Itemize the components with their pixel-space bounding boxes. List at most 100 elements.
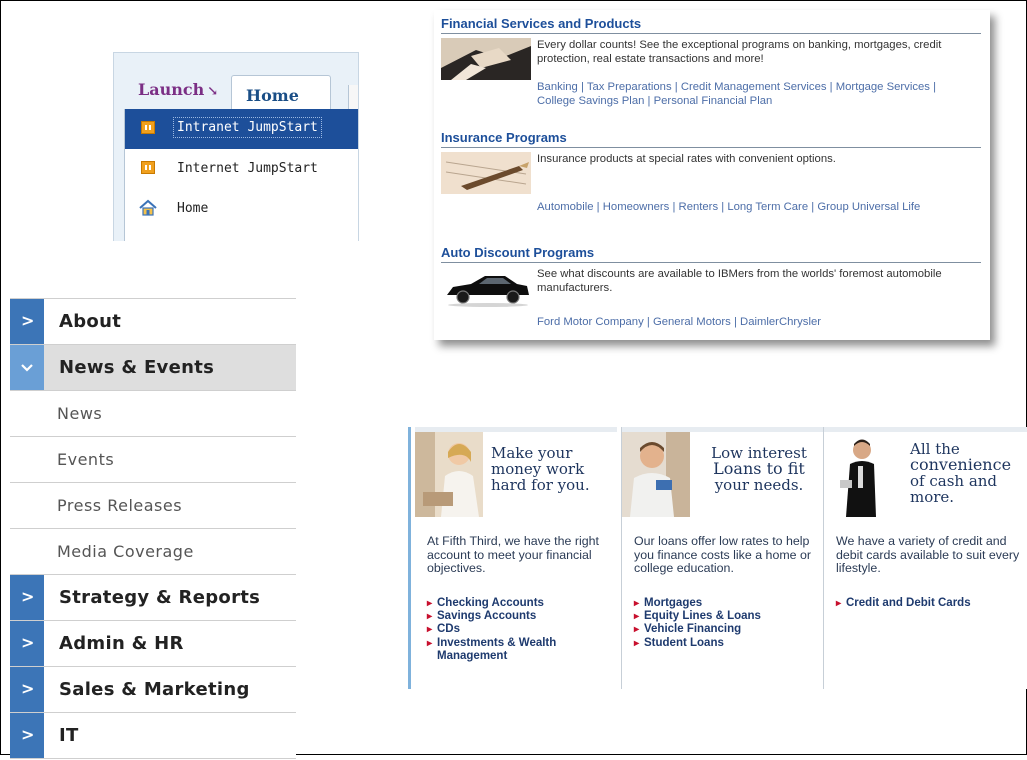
nav-item-label: Sales & Marketing: [59, 679, 250, 700]
nav-subitem-media-coverage[interactable]: Media Coverage: [10, 528, 296, 574]
link-investments-wealth-management[interactable]: Investments & Wealth Management: [427, 637, 612, 663]
link-separator: |: [721, 201, 725, 213]
column-headline: All the convenience of cash and more.: [910, 441, 1027, 505]
tab-launch[interactable]: Launch ↘: [138, 80, 218, 99]
nav-toggle: >: [10, 667, 44, 712]
fifth-third-banner: Make your money work hard for you. At Fi…: [408, 427, 1027, 689]
nav-item-admin-hr[interactable]: > Admin & HR: [10, 620, 296, 666]
link-daimlerchrysler[interactable]: DaimlerChrysler: [740, 316, 821, 328]
link-banking[interactable]: Banking: [537, 81, 578, 93]
nav-toggle: [10, 345, 44, 390]
headline-line: more.: [910, 488, 955, 506]
section-title[interactable]: Financial Services and Products: [441, 16, 981, 31]
link-personal-financial-plan[interactable]: Personal Financial Plan: [654, 95, 773, 107]
section-description: Insurance products at special rates with…: [537, 153, 836, 165]
link-credit-management-services[interactable]: Credit Management Services: [681, 81, 827, 93]
banner-column-cards: All the convenience of cash and more. We…: [823, 427, 1027, 689]
nav-item-it[interactable]: > IT: [10, 712, 296, 758]
column-links: Checking Accounts Savings Accounts CDs I…: [427, 597, 612, 663]
nav-subitem-label: News: [57, 404, 103, 423]
link-separator: |: [647, 95, 651, 107]
headline-line: of cash and: [910, 472, 998, 490]
launch-tabs: Launch ↘ Home: [114, 53, 358, 110]
nav-item-sales-marketing[interactable]: > Sales & Marketing: [10, 666, 296, 712]
link-separator: |: [933, 81, 936, 93]
nav-item-strategy-reports[interactable]: > Strategy & Reports: [10, 574, 296, 620]
link-mortgage-services[interactable]: Mortgage Services: [836, 81, 930, 93]
link-checking-accounts[interactable]: Checking Accounts: [427, 597, 612, 610]
jumpstart-icon: [141, 161, 155, 174]
section-title[interactable]: Auto Discount Programs: [441, 245, 981, 260]
headline-line: your needs.: [714, 476, 804, 494]
link-automobile[interactable]: Automobile: [537, 201, 594, 213]
link-cds[interactable]: CDs: [427, 623, 612, 636]
column-body: Our loans offer low rates to help you fi…: [634, 534, 812, 575]
link-general-motors[interactable]: General Motors: [653, 316, 731, 328]
chevron-right-icon: >: [21, 587, 35, 606]
launch-item-intranet-jumpstart[interactable]: Intranet JumpStart: [125, 109, 358, 149]
nav-item-label: IT: [59, 725, 79, 746]
headline-line: Loans to fit: [713, 459, 805, 478]
link-separator: |: [674, 81, 678, 93]
section-divider: [441, 262, 981, 263]
banner-column-accounts: Make your money work hard for you. At Fi…: [415, 427, 617, 689]
section-links: Ford Motor Company | General Motors | Da…: [537, 315, 977, 329]
section-divider: [441, 147, 981, 148]
section-description: See what discounts are available to IBMe…: [537, 268, 942, 294]
nav-subitem-events[interactable]: Events: [10, 436, 296, 482]
nav-subitem-news[interactable]: News: [10, 390, 296, 436]
nav-subitem-press-releases[interactable]: Press Releases: [10, 482, 296, 528]
column-headline: Make your money work hard for you.: [491, 445, 613, 493]
link-vehicle-financing[interactable]: Vehicle Financing: [634, 623, 819, 636]
link-college-savings-plan[interactable]: College Savings Plan: [537, 95, 644, 107]
link-ford-motor-company[interactable]: Ford Motor Company: [537, 316, 644, 328]
link-equity-lines-loans[interactable]: Equity Lines & Loans: [634, 610, 819, 623]
nav-item-label: About: [59, 311, 122, 332]
tab-next-partial[interactable]: [348, 85, 358, 109]
link-savings-accounts[interactable]: Savings Accounts: [427, 610, 612, 623]
launch-item-home[interactable]: Home: [125, 189, 358, 229]
link-student-loans[interactable]: Student Loans: [634, 637, 819, 650]
section-insurance-programs: Insurance Programs Insurance products at…: [441, 130, 981, 213]
link-mortgages[interactable]: Mortgages: [634, 597, 819, 610]
tab-launch-label: Launch: [138, 80, 205, 99]
nav-item-label: News & Events: [59, 357, 215, 378]
headline-line: money work: [491, 460, 585, 478]
tab-home-label: Home: [246, 86, 299, 105]
nav-toggle: >: [10, 299, 44, 344]
section-links: Automobile | Homeowners | Renters | Long…: [537, 200, 977, 214]
link-separator: |: [811, 201, 815, 213]
chevron-right-icon: >: [21, 679, 35, 698]
headline-line: hard for you.: [491, 476, 590, 494]
link-tax-preparations[interactable]: Tax Preparations: [587, 81, 672, 93]
launch-item-label: Home: [177, 201, 209, 216]
section-description: Every dollar counts! See the exceptional…: [537, 39, 942, 65]
launch-item-internet-jumpstart[interactable]: Internet JumpStart: [125, 149, 358, 189]
tab-home[interactable]: Home: [231, 75, 331, 110]
link-credit-and-debit-cards[interactable]: Credit and Debit Cards: [836, 597, 1021, 610]
man-card-photo: [824, 432, 892, 517]
chevron-right-icon: >: [21, 633, 35, 652]
nav-toggle: >: [10, 575, 44, 620]
accordion-nav: > About News & Events News Events Press …: [10, 298, 296, 760]
section-title[interactable]: Insurance Programs: [441, 130, 981, 145]
section-divider: [441, 33, 981, 34]
section-financial-services: Financial Services and Products Every do…: [441, 16, 981, 107]
nav-item-label: Admin & HR: [59, 633, 184, 654]
launch-list: Intranet JumpStart Internet JumpStart Ho…: [124, 109, 358, 241]
nav-subitem-label: Press Releases: [57, 496, 183, 515]
banner-column-loans: Low interest Loans to fit your needs. Ou…: [621, 427, 824, 689]
nav-item-news-events[interactable]: News & Events: [10, 344, 296, 390]
link-separator: |: [733, 316, 737, 328]
link-renters[interactable]: Renters: [679, 201, 719, 213]
chevron-right-icon: >: [21, 311, 35, 330]
column-links: Credit and Debit Cards: [836, 597, 1021, 610]
link-homeowners[interactable]: Homeowners: [603, 201, 670, 213]
link-separator: |: [580, 81, 584, 93]
link-long-term-care[interactable]: Long Term Care: [727, 201, 808, 213]
arrow-down-right-icon: ↘: [207, 84, 219, 99]
link-group-universal-life[interactable]: Group Universal Life: [817, 201, 920, 213]
nav-item-about[interactable]: > About: [10, 298, 296, 344]
headline-line: Make your: [491, 444, 573, 462]
financial-services-panel: Financial Services and Products Every do…: [434, 10, 990, 340]
